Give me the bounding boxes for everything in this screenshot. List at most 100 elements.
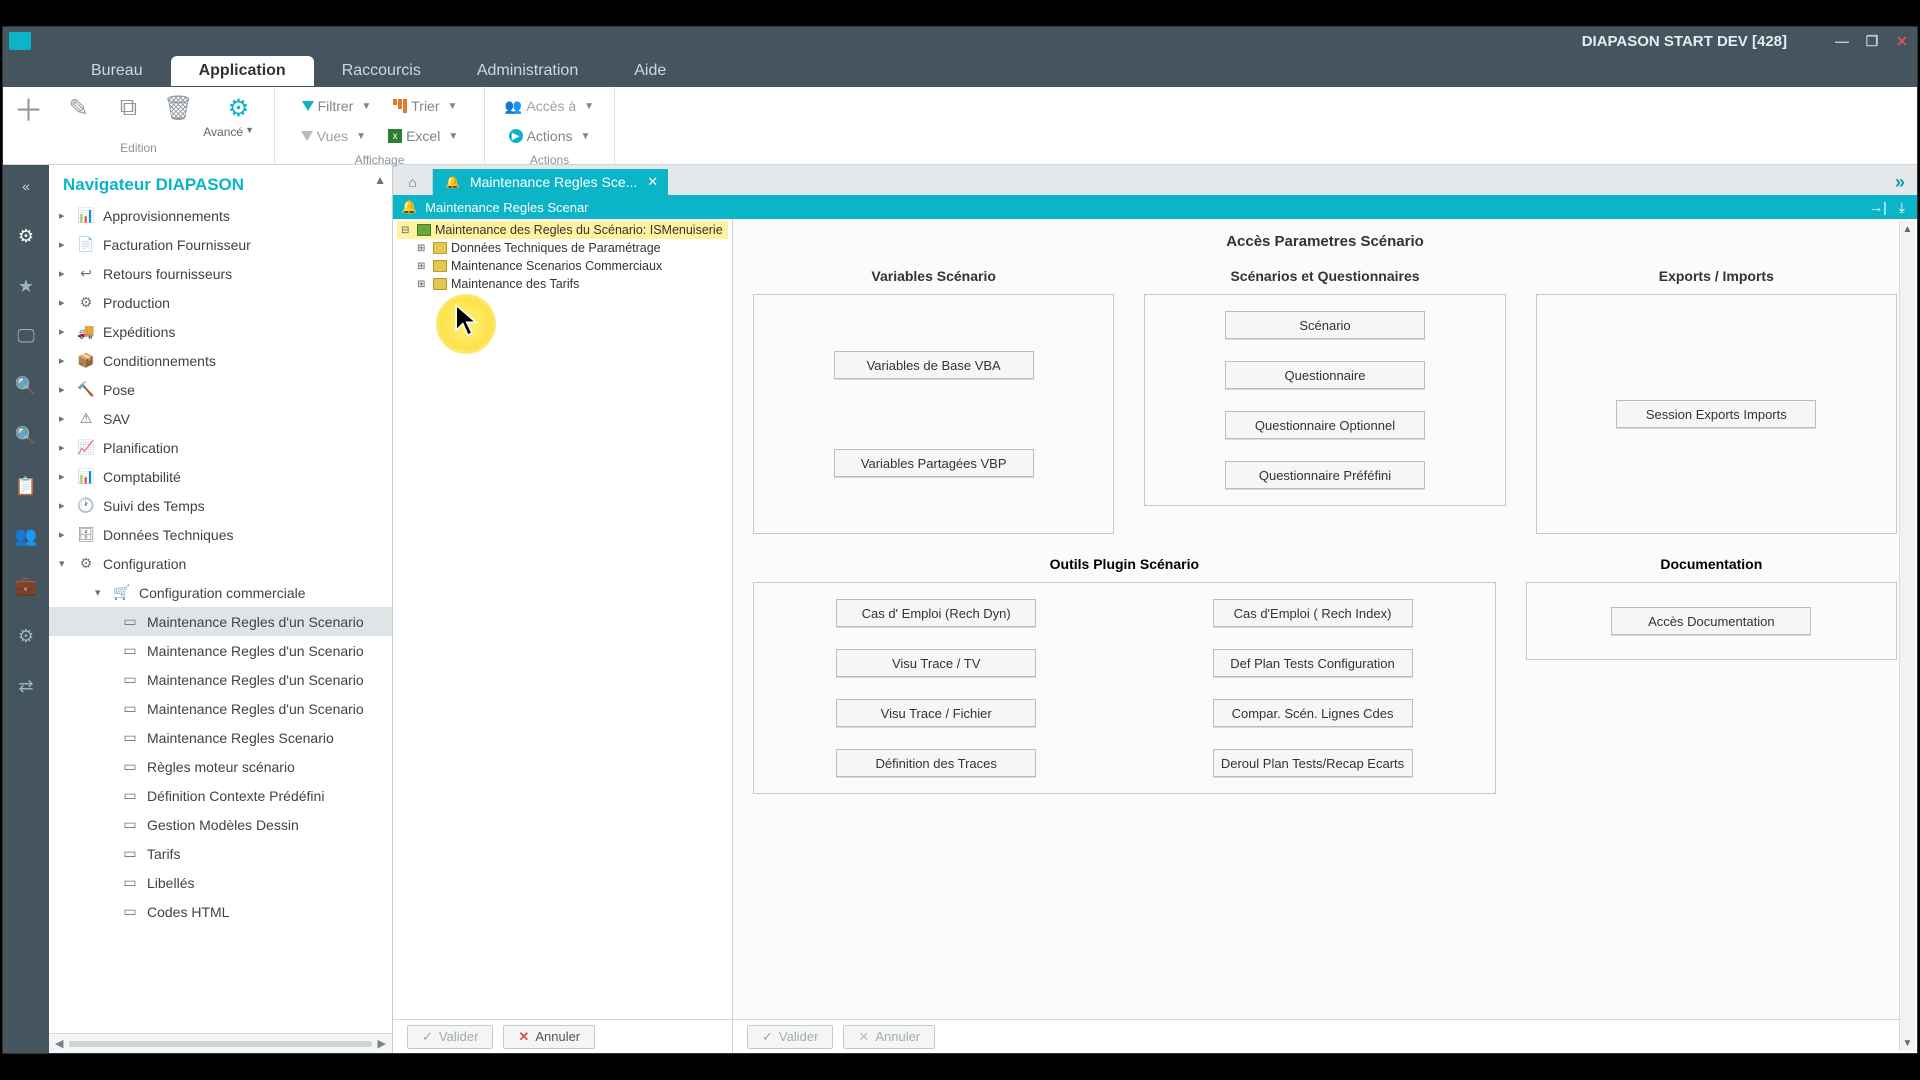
btn-deroul-plan[interactable]: Deroul Plan Tests/Recap Ecarts: [1213, 749, 1413, 777]
home-tab[interactable]: ⌂: [393, 169, 433, 195]
btn-compar-scen[interactable]: Compar. Scén. Lignes Cdes: [1213, 699, 1413, 727]
nav-pose[interactable]: ▸🔨Pose: [49, 375, 392, 404]
nav-libelles[interactable]: ▭Libellés: [49, 868, 392, 897]
rail-clipboard[interactable]: 📋: [13, 473, 39, 499]
btn-cas-emploi-index[interactable]: Cas d'Emploi ( Rech Index): [1213, 599, 1413, 627]
nav-codes-html[interactable]: ▭Codes HTML: [49, 897, 392, 926]
active-tab[interactable]: 🔔 Maintenance Regles Sce... ✕: [433, 169, 668, 195]
sidebar-tree[interactable]: ▸📊Approvisionnements ▸📄Facturation Fourn…: [49, 201, 392, 1033]
nav-approvisionnements[interactable]: ▸📊Approvisionnements: [49, 201, 392, 230]
sort-button[interactable]: Trier▼: [385, 91, 465, 121]
btn-questionnaire[interactable]: Questionnaire: [1225, 361, 1425, 389]
menu-application[interactable]: Application: [171, 56, 314, 86]
actions-button[interactable]: ▶ Actions▼: [501, 121, 599, 151]
close-button[interactable]: ✕: [1891, 30, 1913, 52]
scroll-right-icon[interactable]: ▶: [378, 1037, 386, 1050]
btn-acces-doc[interactable]: Accès Documentation: [1611, 607, 1811, 635]
btn-scenario[interactable]: Scénario: [1225, 311, 1425, 339]
btn-session-exports[interactable]: Session Exports Imports: [1616, 400, 1816, 428]
filter-icon: [302, 101, 314, 111]
nav-sav[interactable]: ▸⚠SAV: [49, 404, 392, 433]
btn-questionnaire-opt[interactable]: Questionnaire Optionnel: [1225, 411, 1425, 439]
bc-arrow-icon[interactable]: →|: [1869, 199, 1887, 216]
views-button[interactable]: Vues▼: [293, 121, 374, 151]
nav-retours[interactable]: ▸↩Retours fournisseurs: [49, 259, 392, 288]
nav-comptabilite[interactable]: ▸📊Comptabilité: [49, 462, 392, 491]
rail-collapse[interactable]: «: [13, 173, 39, 199]
bc-download-icon[interactable]: ⤓: [1899, 199, 1905, 216]
nav-regles-moteur[interactable]: ▭Règles moteur scénario: [49, 752, 392, 781]
scroll-down-icon[interactable]: ▼: [1900, 1035, 1915, 1051]
nav-maint-regles-3[interactable]: ▭Maintenance Regles d'un Scenario: [49, 665, 392, 694]
rail-monitor[interactable]: 🖵: [13, 323, 39, 349]
delete-button[interactable]: 🗑: [157, 88, 201, 128]
tree-root[interactable]: ⊟ Maintenance des Regles du Scénario: IS…: [397, 221, 728, 239]
tree-valider-button[interactable]: ✓Valider: [407, 1025, 493, 1049]
rail-briefcase[interactable]: 💼: [13, 573, 39, 599]
new-button[interactable]: ＋: [7, 88, 51, 128]
tree-node-2[interactable]: ⊞ Maintenance Scenarios Commerciaux: [397, 257, 728, 275]
btn-def-plan-tests[interactable]: Def Plan Tests Configuration: [1213, 649, 1413, 677]
nav-planification[interactable]: ▸📈Planification: [49, 433, 392, 462]
nav-def-contexte[interactable]: ▭Définition Contexte Prédéfini: [49, 781, 392, 810]
menu-aide[interactable]: Aide: [606, 56, 694, 86]
nav-configuration[interactable]: ▾⚙Configuration: [49, 549, 392, 578]
sidebar-scroll-up[interactable]: ▲: [374, 173, 386, 187]
menu-bureau[interactable]: Bureau: [63, 56, 171, 86]
btn-variables-partagees[interactable]: Variables Partagées VBP: [834, 449, 1034, 477]
rail-cog[interactable]: ⚙: [13, 623, 39, 649]
rail-search2[interactable]: 🔍: [13, 423, 39, 449]
tree-annuler-button[interactable]: ✕Annuler: [503, 1025, 595, 1049]
scroll-up-icon[interactable]: ▲: [1900, 221, 1915, 237]
access-icon: 👥: [505, 98, 522, 115]
btn-variables-base[interactable]: Variables de Base VBA: [834, 351, 1034, 379]
tree-node-3[interactable]: ⊞ Maintenance des Tarifs: [397, 275, 728, 293]
minimize-button[interactable]: —: [1831, 30, 1853, 52]
nav-gestion-modeles[interactable]: ▭Gestion Modèles Dessin: [49, 810, 392, 839]
tab-close[interactable]: ✕: [647, 174, 658, 190]
actions-group-label: Actions: [530, 151, 569, 169]
scroll-left-icon[interactable]: ◀: [55, 1037, 63, 1050]
edit-button[interactable]: ✎: [57, 88, 101, 128]
excel-icon: x: [388, 129, 402, 143]
copy-button[interactable]: ⧉: [107, 88, 151, 128]
maximize-button[interactable]: ❐: [1861, 30, 1883, 52]
tabstrip-arrow[interactable]: »: [1883, 169, 1917, 195]
btn-visu-trace-tv[interactable]: Visu Trace / TV: [836, 649, 1036, 677]
form-valider-button[interactable]: ✓Valider: [747, 1025, 833, 1049]
nav-donnees-tech[interactable]: ▸🗄Données Techniques: [49, 520, 392, 549]
sidebar-hscroll[interactable]: ◀ ▶: [49, 1033, 392, 1053]
scenario-tree[interactable]: ⊟ Maintenance des Regles du Scénario: IS…: [393, 219, 732, 1019]
form-vscroll[interactable]: ▲ ▼: [1899, 221, 1915, 1051]
menu-administration[interactable]: Administration: [449, 56, 606, 86]
nav-config-commerciale[interactable]: ▾🛒Configuration commerciale: [49, 578, 392, 607]
nav-conditionnements[interactable]: ▸📦Conditionnements: [49, 346, 392, 375]
btn-questionnaire-pref[interactable]: Questionnaire Préféfini: [1225, 461, 1425, 489]
rail-search[interactable]: 🔍: [13, 373, 39, 399]
nav-suivi-temps[interactable]: ▸🕐Suivi des Temps: [49, 491, 392, 520]
nav-maint-regles-4[interactable]: ▭Maintenance Regles d'un Scenario: [49, 694, 392, 723]
nav-maint-regles-2[interactable]: ▭Maintenance Regles d'un Scenario: [49, 636, 392, 665]
btn-visu-trace-fichier[interactable]: Visu Trace / Fichier: [836, 699, 1036, 727]
nav-facturation[interactable]: ▸📄Facturation Fournisseur: [49, 230, 392, 259]
rail-gear[interactable]: ⚙: [13, 223, 39, 249]
rail-star[interactable]: ★: [13, 273, 39, 299]
nav-maint-regles-1[interactable]: ▭Maintenance Regles d'un Scenario: [49, 607, 392, 636]
access-button[interactable]: 👥 Accès à▼: [497, 91, 602, 121]
menu-raccourcis[interactable]: Raccourcis: [314, 56, 449, 86]
nav-expeditions[interactable]: ▸🚚Expéditions: [49, 317, 392, 346]
nav-tarifs[interactable]: ▭Tarifs: [49, 839, 392, 868]
nav-production[interactable]: ▸⚙Production: [49, 288, 392, 317]
form-buttonbar: ✓Valider ✕Annuler: [733, 1019, 1899, 1053]
filter-button[interactable]: Filtrer▼: [294, 91, 380, 121]
form-annuler-button[interactable]: ✕Annuler: [843, 1025, 935, 1049]
rail-users[interactable]: 👥: [13, 523, 39, 549]
nav-maint-regles-scenario[interactable]: ▭Maintenance Regles Scenario: [49, 723, 392, 752]
group-exports: Session Exports Imports: [1536, 294, 1897, 534]
btn-cas-emploi-dyn[interactable]: Cas d' Emploi (Rech Dyn): [836, 599, 1036, 627]
excel-button[interactable]: x Excel▼: [380, 121, 466, 151]
tree-node-1[interactable]: ⊞ Données Techniques de Paramétrage: [397, 239, 728, 257]
rail-share[interactable]: ⇄: [13, 673, 39, 699]
advanced-button[interactable]: ⚙: [207, 88, 271, 128]
btn-def-traces[interactable]: Définition des Traces: [836, 749, 1036, 777]
